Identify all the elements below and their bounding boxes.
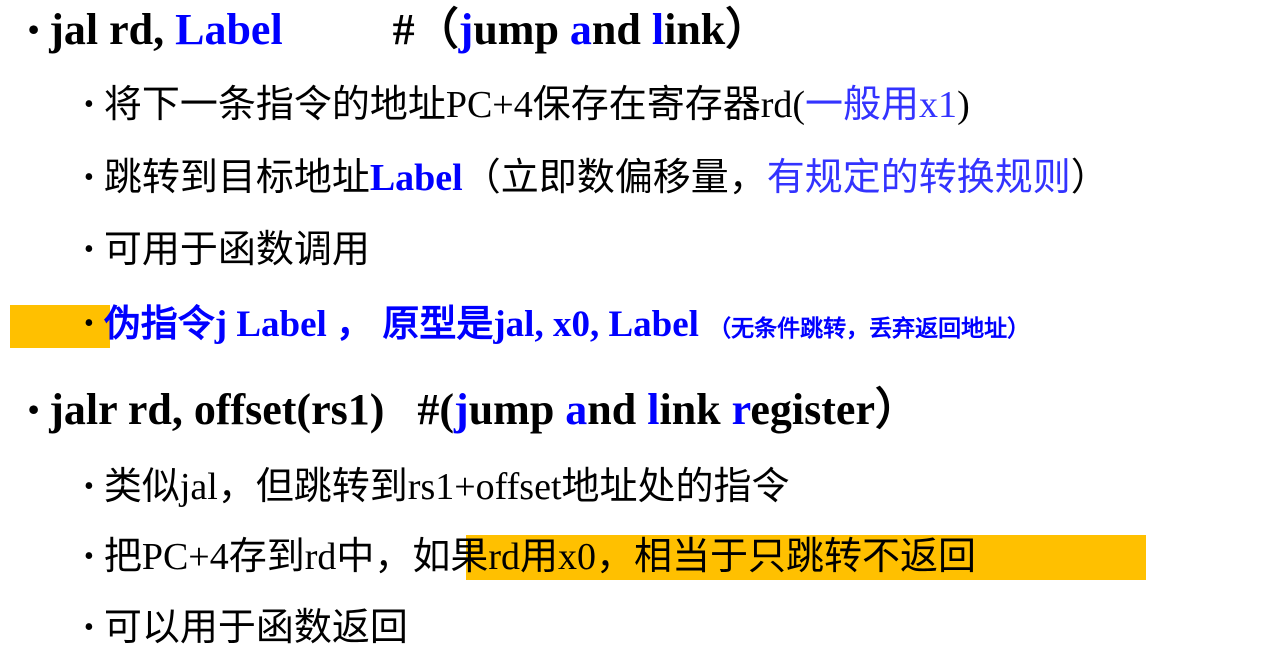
jal-item: • 可用于函数调用 <box>84 231 370 269</box>
text-segment: #（ <box>282 5 459 54</box>
text-segment: nd <box>591 5 652 54</box>
jal-item: • 将下一条指令的地址PC+4保存在寄存器rd(一般用x1) <box>84 86 970 124</box>
text-segment: ump <box>473 5 570 54</box>
bullet-icon: • <box>28 391 40 427</box>
jal-heading: • jal rd, Label #（jump and link） <box>28 8 769 52</box>
text-segment: ink <box>659 385 732 434</box>
text-segment: ) <box>957 84 970 126</box>
text-segment: ） <box>1070 157 1109 199</box>
bullet-icon: • <box>84 89 94 120</box>
text-segment: ink） <box>664 5 770 54</box>
text-segment: Label <box>369 157 463 199</box>
jalr-item: • 把PC+4存到rd中，如果rd用x0，相当于只跳转不返回 <box>84 538 976 576</box>
jal-item: • 跳转到目标地址Label（立即数偏移量，有规定的转换规则） <box>84 159 1109 197</box>
bullet-icon: • <box>84 308 94 339</box>
text-segment: jal rd, <box>49 5 176 54</box>
text-segment: ump <box>468 385 566 434</box>
bullet-icon: • <box>84 234 94 265</box>
jal-pseudo-item: • 伪指令j Label ， 原型是jal, x0, Label （无条件跳转，丢… <box>84 306 1030 343</box>
text-segment: l <box>651 5 665 54</box>
text-segment: 有规定的转换规则 <box>766 157 1071 199</box>
bullet-icon: • <box>84 162 94 193</box>
text-segment: 可以用于函数返回 <box>103 607 408 649</box>
text-segment: （立即数偏移量， <box>462 157 767 199</box>
text-segment: 将下一条指令的地址PC+4保存在寄存器rd( <box>103 84 806 126</box>
bullet-icon: • <box>84 541 94 572</box>
text-segment: 伪指令j Label ， 原型是jal, x0, Label <box>103 304 709 345</box>
text-segment: 跳转到目标地址 <box>103 157 370 199</box>
bullet-icon: • <box>84 612 94 643</box>
text-segment: l <box>647 385 660 434</box>
text-segment: 可用于函数调用 <box>103 229 370 271</box>
text-segment: （无条件跳转，丢弃返回地址） <box>708 316 1031 341</box>
text-segment: a <box>569 5 592 54</box>
text-segment: egister） <box>750 385 919 434</box>
text-segment: r <box>731 385 751 434</box>
text-segment: Label <box>175 5 283 54</box>
text-segment: 把PC+4存到rd中， <box>103 536 413 578</box>
text-segment: 如果rd用x0，相当于只跳转不返回 <box>412 536 977 578</box>
text-segment: jalr rd, offset(rs1) #( <box>49 385 455 434</box>
text-segment: nd <box>587 385 648 434</box>
text-segment: j <box>454 385 469 434</box>
jalr-item: • 可以用于函数返回 <box>84 609 408 647</box>
bullet-icon: • <box>28 11 40 47</box>
text-segment: 一般用x1 <box>805 84 958 126</box>
text-segment: 类似jal，但跳转到rs1+offset地址处的指令 <box>103 466 790 508</box>
jalr-heading: • jalr rd, offset(rs1) #(jump and link re… <box>28 388 919 432</box>
text-segment: a <box>565 385 588 434</box>
jalr-item: • 类似jal，但跳转到rs1+offset地址处的指令 <box>84 468 790 506</box>
bullet-icon: • <box>84 471 94 502</box>
text-segment: j <box>458 5 474 54</box>
